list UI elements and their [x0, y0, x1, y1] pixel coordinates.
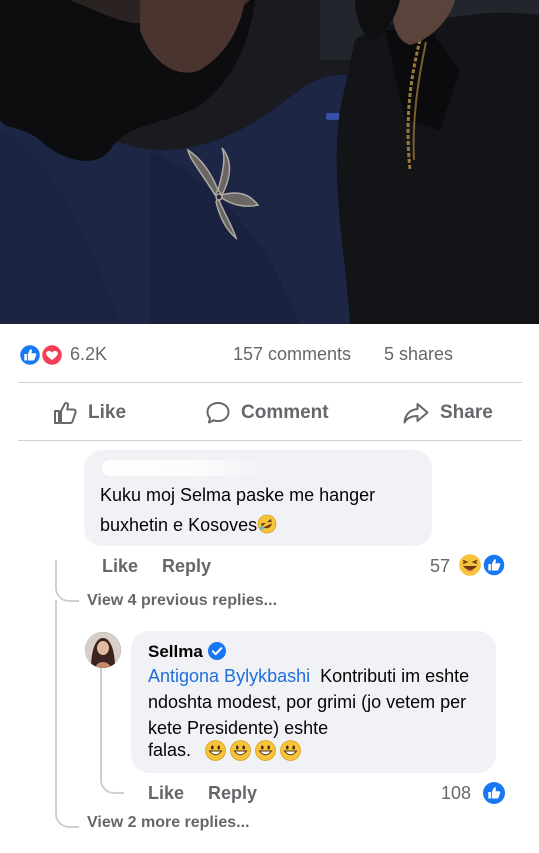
comment-reactions-count[interactable]: 57	[430, 556, 450, 577]
grinning-face-emoji-icon	[230, 739, 251, 761]
reply-text: Antigona Bylykbashi Kontributi im eshte …	[148, 666, 470, 738]
shares-count[interactable]: 5 shares	[384, 344, 453, 365]
grinning-face-emoji-icon	[205, 739, 226, 761]
thread-connector	[55, 560, 79, 602]
reaction-icons[interactable]	[18, 344, 64, 366]
reactions-count[interactable]: 6.2K	[70, 344, 107, 365]
reply-reply-button[interactable]: Reply	[208, 783, 257, 804]
like-label: Like	[88, 402, 127, 423]
verified-badge-icon	[208, 642, 226, 660]
comment-bubble-icon	[206, 402, 230, 424]
grinning-face-emoji-icon	[280, 739, 301, 761]
share-arrow-icon	[403, 403, 429, 424]
comment-like-button[interactable]: Like	[102, 556, 138, 577]
stats-divider	[18, 382, 522, 383]
thumbs-up-icon	[54, 402, 77, 424]
comment-button[interactable]: Comment	[205, 396, 329, 430]
reply-author-name[interactable]: Sellma	[148, 642, 203, 662]
reply-like-button[interactable]: Like	[148, 783, 184, 804]
love-icon	[40, 344, 64, 366]
grinning-face-emoji-icon	[255, 739, 276, 761]
post-photo[interactable]	[0, 0, 539, 324]
photo-illustration	[0, 0, 539, 324]
share-label: Share	[440, 402, 493, 423]
comment-text: Kuku moj Selma paske me hanger buxhetin …	[100, 485, 376, 535]
actions-divider	[18, 440, 522, 441]
comment-reply-button[interactable]: Reply	[162, 556, 211, 577]
avatar[interactable]	[85, 632, 121, 668]
share-button[interactable]: Share	[402, 396, 493, 430]
avatar-image	[85, 632, 121, 668]
redacted-author-name	[102, 460, 267, 476]
view-previous-replies-link[interactable]: View 4 previous replies...	[87, 592, 277, 610]
reply-like-reaction-icon[interactable]	[481, 780, 507, 806]
like-button[interactable]: Like	[52, 396, 126, 430]
comment-bubble[interactable]: Kuku moj Selma paske me hanger buxhetin …	[84, 450, 432, 546]
haha-icon	[457, 552, 483, 578]
post-stats: 6.2K 157 comments 5 shares	[0, 334, 539, 374]
reply-bubble[interactable]: Sellma Antigona Bylykbashi Kontributi im…	[131, 631, 496, 773]
thread-connector-long	[55, 600, 79, 828]
like-icon	[18, 344, 42, 366]
like-icon	[482, 553, 506, 577]
rolling-on-floor-laughing-emoji-icon	[257, 514, 277, 534]
comment-label: Comment	[241, 402, 329, 423]
comments-count[interactable]: 157 comments	[233, 344, 351, 365]
mention-link[interactable]: Antigona Bylykbashi	[148, 666, 310, 686]
view-more-replies-link[interactable]: View 2 more replies...	[87, 814, 249, 832]
reply-thread-connector	[100, 668, 124, 794]
comment-reaction-icons[interactable]	[455, 552, 507, 578]
reply-text-end: falas.	[148, 737, 301, 763]
post-action-bar: Like Comment Share	[0, 390, 539, 434]
reply-reactions-count[interactable]: 108	[441, 783, 471, 804]
